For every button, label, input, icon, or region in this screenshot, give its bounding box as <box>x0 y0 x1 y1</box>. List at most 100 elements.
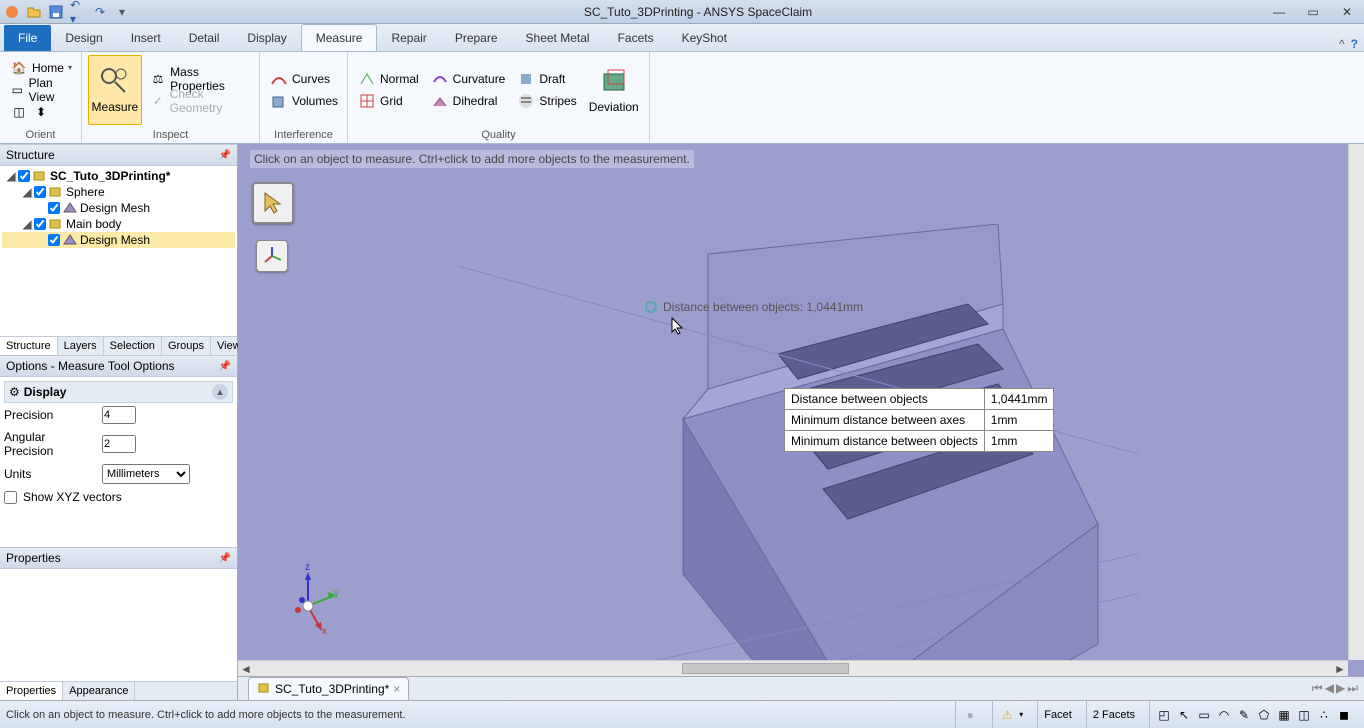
sel-edge-icon[interactable]: ◫ <box>1296 707 1312 723</box>
tree-row[interactable]: Design Mesh <box>2 232 235 248</box>
sel-poly-icon[interactable]: ⬠ <box>1256 707 1272 723</box>
tab-measure[interactable]: Measure <box>301 24 378 51</box>
struct-tab-selection[interactable]: Selection <box>104 337 162 355</box>
undo-icon[interactable]: ↶ ▾ <box>70 4 86 20</box>
tree-checkbox[interactable] <box>48 202 60 214</box>
precision-input[interactable] <box>102 406 136 424</box>
expand-icon[interactable]: ◢ <box>22 217 32 231</box>
horizontal-scrollbar[interactable]: ◄ ► <box>238 660 1348 676</box>
view-cube-button[interactable]: ◫⬍ <box>6 101 76 123</box>
curves-button[interactable]: Curves <box>266 68 342 90</box>
collapse-icon[interactable]: ▲ <box>212 384 228 400</box>
viewport[interactable]: Click on an object to measure. Ctrl+clic… <box>238 144 1364 676</box>
status-dot-icon[interactable]: ● <box>962 707 978 723</box>
orient-tool-button[interactable] <box>256 240 288 272</box>
tab-repair[interactable]: Repair <box>377 25 440 51</box>
sel-vertex-icon[interactable]: ∴ <box>1316 707 1332 723</box>
redo-icon[interactable]: ↷ <box>92 4 108 20</box>
normal-button[interactable]: Normal <box>354 68 423 90</box>
ribbon-body: 🏠Home▾ ▭Plan View ◫⬍ Orient Measure ⚖Mas… <box>0 52 1364 144</box>
structure-tree[interactable]: ◢SC_Tuto_3DPrinting* ◢Sphere Design Mesh… <box>0 166 237 336</box>
doc-last-icon[interactable]: ⏭ <box>1347 681 1358 696</box>
document-tab[interactable]: SC_Tuto_3DPrinting* × <box>248 677 409 701</box>
units-select[interactable]: Millimeters <box>102 464 190 484</box>
mesh-icon <box>62 201 78 215</box>
select-tool-button[interactable] <box>252 182 294 224</box>
table-cell: Distance between objects <box>785 389 985 410</box>
struct-tab-structure[interactable]: Structure <box>0 337 58 355</box>
dihedral-button[interactable]: Dihedral <box>427 90 510 112</box>
minimize-button[interactable]: — <box>1266 3 1292 21</box>
warning-icon[interactable]: ⚠ <box>999 707 1015 723</box>
props-tab-properties[interactable]: Properties <box>0 682 63 700</box>
sel-face-icon[interactable]: ▦ <box>1276 707 1292 723</box>
tree-checkbox[interactable] <box>18 170 30 182</box>
stripes-button[interactable]: Stripes <box>513 90 580 112</box>
tree-row[interactable]: ◢SC_Tuto_3DPrinting* <box>2 168 235 184</box>
checkgeom-button[interactable]: ✓Check Geometry <box>146 90 253 112</box>
curvature-button[interactable]: Curvature <box>427 68 510 90</box>
orientation-triad[interactable]: z y x <box>278 566 338 636</box>
scroll-left-icon[interactable]: ◄ <box>238 661 254 676</box>
tree-checkbox[interactable] <box>48 234 60 246</box>
tab-design[interactable]: Design <box>51 25 116 51</box>
draft-button[interactable]: Draft <box>513 68 580 90</box>
close-button[interactable]: ✕ <box>1334 3 1360 21</box>
tree-checkbox[interactable] <box>34 186 46 198</box>
angular-precision-input[interactable] <box>102 435 136 453</box>
tab-detail[interactable]: Detail <box>175 25 234 51</box>
tab-file[interactable]: File <box>4 25 51 51</box>
tab-display[interactable]: Display <box>233 25 300 51</box>
sel-lasso-icon[interactable]: ◠ <box>1216 707 1232 723</box>
measure-button[interactable]: Measure <box>88 55 142 125</box>
scroll-right-icon[interactable]: ► <box>1332 661 1348 676</box>
struct-tab-groups[interactable]: Groups <box>162 337 211 355</box>
maximize-button[interactable]: ▭ <box>1300 3 1326 21</box>
draft-label: Draft <box>539 72 565 86</box>
sel-cursor-icon[interactable]: ↖ <box>1176 707 1192 723</box>
tree-row[interactable]: Design Mesh <box>2 200 235 216</box>
qat-dropdown-icon[interactable]: ▾ <box>114 4 130 20</box>
tree-row[interactable]: ◢Sphere <box>2 184 235 200</box>
tab-facets[interactable]: Facets <box>604 25 668 51</box>
planview-button[interactable]: ▭Plan View <box>6 79 76 101</box>
tab-sheetmetal[interactable]: Sheet Metal <box>512 25 604 51</box>
pin-icon[interactable]: 📌 <box>219 361 231 372</box>
tab-insert[interactable]: Insert <box>117 25 175 51</box>
display-group-header[interactable]: ⚙ Display ▲ <box>4 381 233 403</box>
doc-first-icon[interactable]: ⏮ <box>1312 681 1323 696</box>
deviation-button[interactable]: Deviation <box>585 55 643 125</box>
help-icon[interactable]: ? <box>1351 37 1358 51</box>
tree-row[interactable]: ◢Main body <box>2 216 235 232</box>
expand-icon[interactable]: ◢ <box>6 169 16 183</box>
normal-icon <box>358 70 376 88</box>
props-tab-appearance[interactable]: Appearance <box>63 682 135 700</box>
close-tab-icon[interactable]: × <box>393 682 400 696</box>
expand-icon[interactable]: ◢ <box>22 185 32 199</box>
sel-mode-1-icon[interactable]: ◰ <box>1156 707 1172 723</box>
sel-box-icon[interactable]: ▭ <box>1196 707 1212 723</box>
dihedral-label: Dihedral <box>453 94 498 108</box>
showxyz-row: Show XYZ vectors <box>4 487 233 507</box>
pin-icon[interactable]: 📌 <box>219 150 231 161</box>
doc-prev-icon[interactable]: ◀ <box>1325 681 1334 696</box>
scroll-thumb[interactable] <box>682 663 849 674</box>
struct-tab-layers[interactable]: Layers <box>58 337 104 355</box>
tree-checkbox[interactable] <box>34 218 46 230</box>
tab-keyshot[interactable]: KeyShot <box>668 25 741 51</box>
doc-next-icon[interactable]: ▶ <box>1336 681 1345 696</box>
save-icon[interactable] <box>48 4 64 20</box>
grid-button[interactable]: Grid <box>354 90 423 112</box>
volumes-button[interactable]: Volumes <box>266 90 342 112</box>
sel-paint-icon[interactable]: ✎ <box>1236 707 1252 723</box>
showxyz-checkbox[interactable] <box>4 491 17 504</box>
angular-precision-label: Angular Precision <box>4 430 96 458</box>
open-icon[interactable] <box>26 4 42 20</box>
tab-prepare[interactable]: Prepare <box>441 25 512 51</box>
status-message: Click on an object to measure. Ctrl+clic… <box>6 709 406 721</box>
vertical-scrollbar[interactable] <box>1348 144 1364 660</box>
measurement-tooltip: Distance between objects: 1,0441mm <box>663 300 863 314</box>
sel-body-icon[interactable]: ◼ <box>1336 707 1352 723</box>
ribbon-minimize-icon[interactable]: ^ <box>1339 37 1345 51</box>
pin-icon[interactable]: 📌 <box>219 553 231 564</box>
